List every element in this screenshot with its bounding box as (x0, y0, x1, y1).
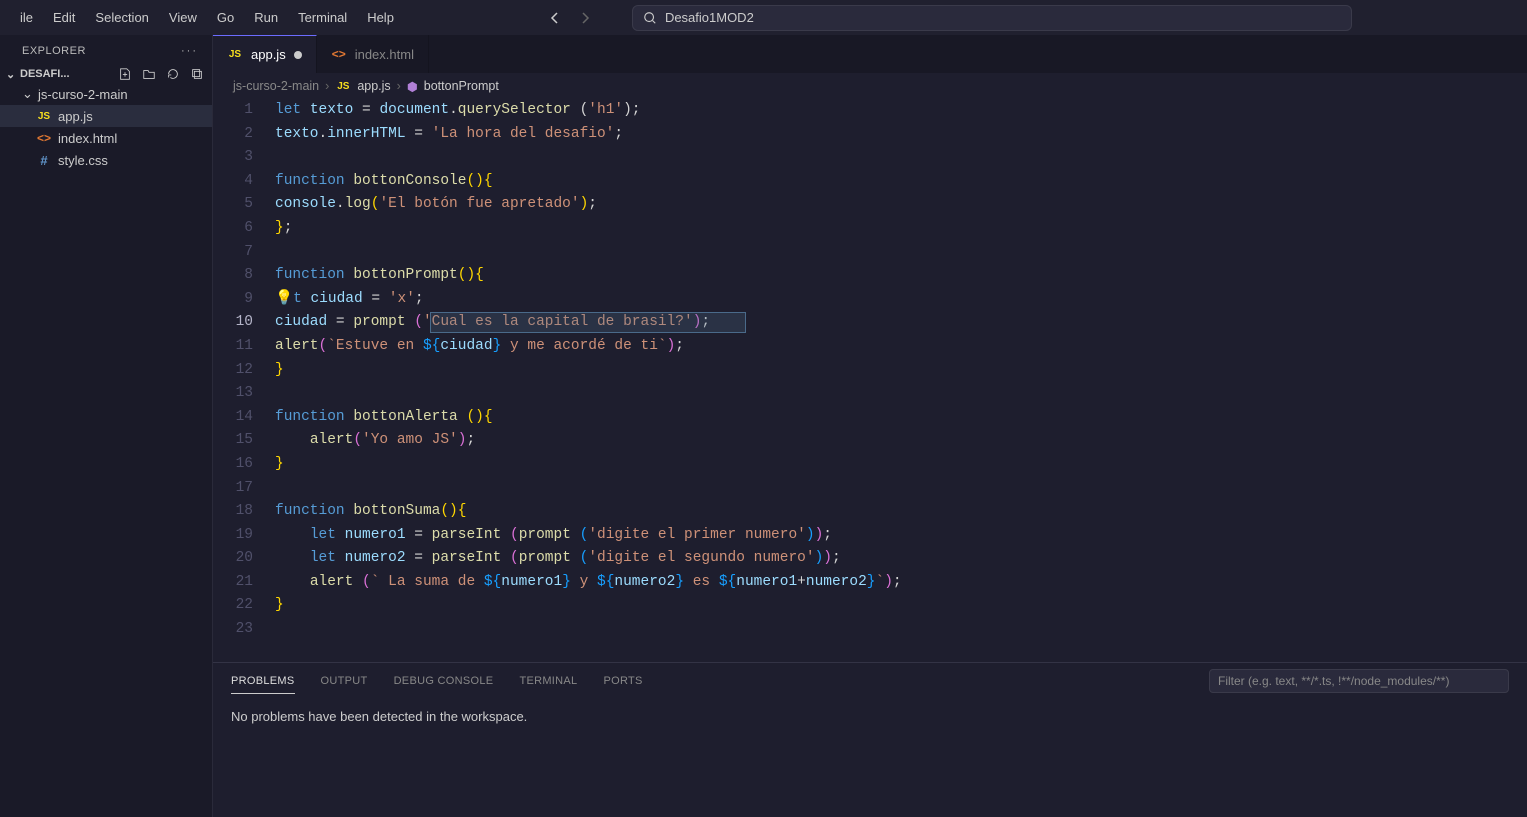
file-style-css[interactable]: # style.css (0, 149, 212, 171)
panel-tabs: PROBLEMS OUTPUT DEBUG CONSOLE TERMINAL PORTS… (213, 663, 1527, 699)
code-content[interactable]: let texto = document.querySelector ('h1'… (275, 99, 1527, 662)
code-line-15[interactable]: alert('Yo amo JS'); (275, 429, 1527, 453)
line-gutter: 1234567891011121314151617181920212223 (213, 99, 275, 662)
code-line-1[interactable]: let texto = document.querySelector ('h1'… (275, 99, 1527, 123)
explorer-title: EXPLORER (22, 45, 86, 57)
code-editor[interactable]: 1234567891011121314151617181920212223 le… (213, 99, 1527, 662)
chevron-down-icon: ⌄ (6, 68, 16, 81)
breadcrumb-item[interactable]: bottonPrompt (424, 79, 499, 93)
tab-label: app.js (251, 47, 286, 62)
code-line-22[interactable]: } (275, 594, 1527, 618)
panel-tab-ports[interactable]: PORTS (603, 669, 642, 693)
file-label: index.html (58, 131, 117, 146)
problems-body: No problems have been detected in the wo… (213, 699, 1527, 734)
bottom-panel: PROBLEMS OUTPUT DEBUG CONSOLE TERMINAL PORTS… (213, 662, 1527, 817)
file-app-js[interactable]: JS app.js (0, 105, 212, 127)
dirty-indicator-icon (294, 51, 302, 59)
html-icon: <> (36, 131, 52, 145)
explorer-root-folder[interactable]: ⌄ DESAFI... (0, 65, 212, 83)
code-line-19[interactable]: let numero1 = parseInt (prompt ('digite … (275, 524, 1527, 548)
breadcrumb-item[interactable]: app.js (357, 79, 390, 93)
html-icon: <> (331, 47, 347, 61)
menubar: ileEditSelectionViewGoRunTerminalHelp De… (0, 0, 1527, 35)
new-folder-icon[interactable] (142, 67, 156, 81)
menu-terminal[interactable]: Terminal (288, 6, 357, 29)
js-icon: JS (335, 81, 351, 92)
code-line-12[interactable]: } (275, 359, 1527, 383)
menu-help[interactable]: Help (357, 6, 404, 29)
breadcrumb-separator-icon: › (397, 79, 401, 93)
file-label: style.css (58, 153, 108, 168)
explorer-more-icon[interactable]: ··· (181, 45, 198, 57)
js-icon: JS (36, 111, 52, 122)
code-line-4[interactable]: function bottonConsole(){ (275, 170, 1527, 194)
code-line-5[interactable]: console.log('El botón fue apretado'); (275, 193, 1527, 217)
root-folder-label: DESAFI... (20, 68, 70, 80)
code-line-23[interactable] (275, 618, 1527, 642)
search-icon (643, 11, 657, 25)
tree-folder[interactable]: ⌄ js-curso-2-main (0, 83, 212, 105)
breadcrumbs[interactable]: js-curso-2-main › JS app.js › ⬢ bottonPr… (213, 73, 1527, 99)
editor-area: JS app.js <> index.html js-curso-2-main › J… (213, 35, 1527, 817)
menu-ile[interactable]: ile (10, 6, 43, 29)
symbol-icon: ⬢ (407, 79, 418, 94)
new-file-icon[interactable] (118, 67, 132, 81)
panel-tab-output[interactable]: OUTPUT (321, 669, 368, 693)
menu-selection[interactable]: Selection (85, 6, 158, 29)
code-line-11[interactable]: alert(`Estuve en ${ciudad} y me acordé d… (275, 335, 1527, 359)
file-index-html[interactable]: <> index.html (0, 127, 212, 149)
code-line-17[interactable] (275, 477, 1527, 501)
menu-view[interactable]: View (159, 6, 207, 29)
collapse-all-icon[interactable] (190, 67, 204, 81)
menu-run[interactable]: Run (244, 6, 288, 29)
code-line-16[interactable]: } (275, 453, 1527, 477)
editor-tabs: JS app.js <> index.html (213, 35, 1527, 73)
code-line-21[interactable]: alert (` La suma de ${numero1} y ${numer… (275, 571, 1527, 595)
nav-back-icon[interactable] (542, 5, 568, 31)
breadcrumb-item[interactable]: js-curso-2-main (233, 79, 319, 93)
js-icon: JS (227, 49, 243, 60)
refresh-icon[interactable] (166, 67, 180, 81)
breadcrumb-separator-icon: › (325, 79, 329, 93)
chevron-down-icon: ⌄ (22, 86, 32, 102)
problems-filter-input[interactable]: Filter (e.g. text, **/*.ts, !**/node_mod… (1209, 669, 1509, 693)
code-line-7[interactable] (275, 241, 1527, 265)
tab-label: index.html (355, 47, 414, 62)
folder-label: js-curso-2-main (38, 87, 128, 102)
css-icon: # (36, 153, 52, 168)
code-line-8[interactable]: function bottonPrompt(){ (275, 264, 1527, 288)
code-line-18[interactable]: function bottonSuma(){ (275, 500, 1527, 524)
tab-index-html[interactable]: <> index.html (317, 35, 429, 73)
command-center-search[interactable]: Desafio1MOD2 (632, 5, 1352, 31)
panel-tab-problems[interactable]: PROBLEMS (231, 669, 295, 694)
file-tree: ⌄ js-curso-2-main JS app.js <> index.html # s… (0, 83, 212, 171)
tab-app-js[interactable]: JS app.js (213, 35, 317, 73)
code-line-14[interactable]: function bottonAlerta (){ (275, 406, 1527, 430)
file-label: app.js (58, 109, 93, 124)
menu-edit[interactable]: Edit (43, 6, 85, 29)
code-line-13[interactable] (275, 382, 1527, 406)
nav-forward-icon[interactable] (572, 5, 598, 31)
code-line-20[interactable]: let numero2 = parseInt (prompt ('digite … (275, 547, 1527, 571)
code-line-9[interactable]: 💡t ciudad = 'x'; (275, 288, 1527, 312)
menu-go[interactable]: Go (207, 6, 244, 29)
code-line-6[interactable]: }; (275, 217, 1527, 241)
panel-tab-terminal[interactable]: TERMINAL (519, 669, 577, 693)
code-line-3[interactable] (275, 146, 1527, 170)
code-line-2[interactable]: texto.innerHTML = 'La hora del desafio'; (275, 123, 1527, 147)
explorer-sidebar: EXPLORER ··· ⌄ DESAFI... ⌄ js-curso-2-ma… (0, 35, 213, 817)
search-text: Desafio1MOD2 (665, 10, 754, 25)
code-line-10[interactable]: ciudad = prompt ('Cual es la capital de … (275, 311, 1527, 335)
panel-tab-debug-console[interactable]: DEBUG CONSOLE (394, 669, 494, 693)
